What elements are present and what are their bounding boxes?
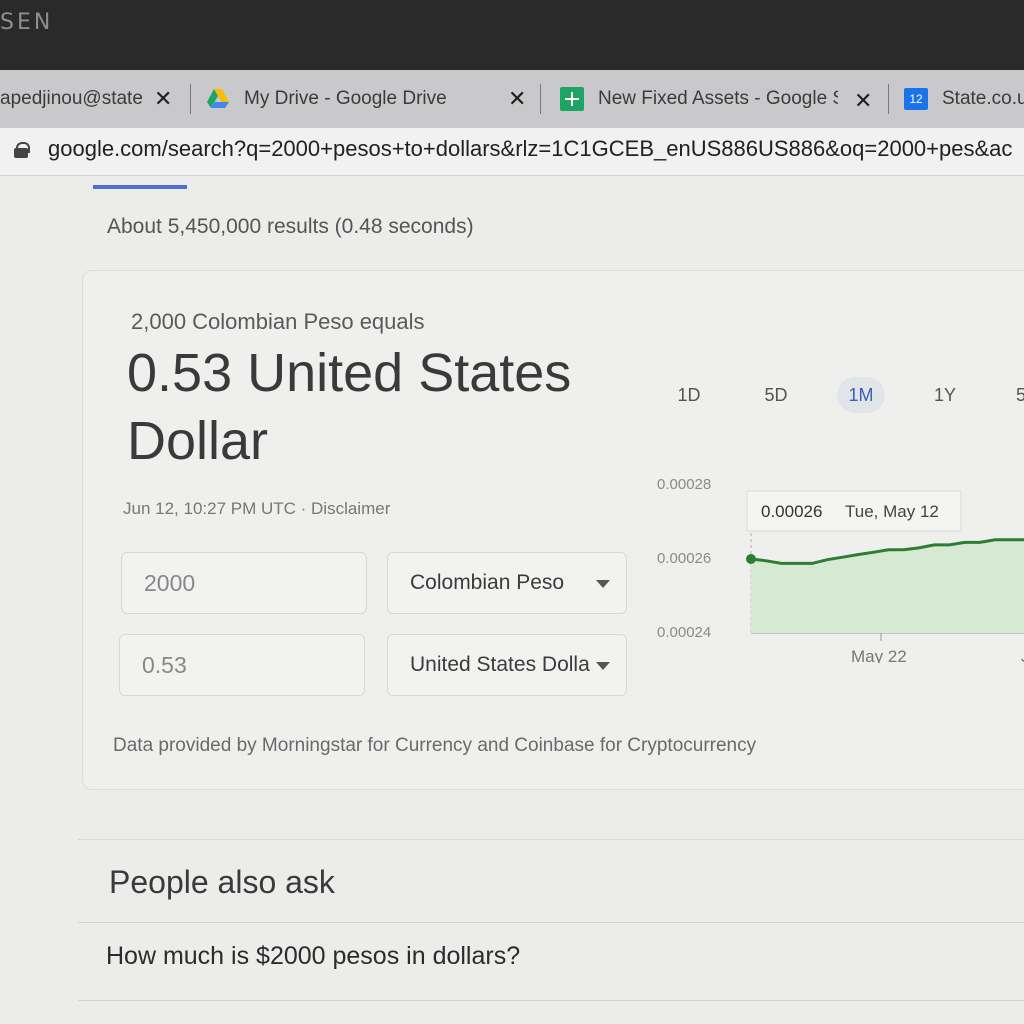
range-5d-button[interactable]: 5D [752,377,800,413]
from-currency-select[interactable]: Colombian Peso [387,552,627,614]
search-results-page: About 5,450,000 results (0.48 seconds) 2… [0,177,1024,1024]
to-currency-label: United States Dolla [410,653,590,676]
x-tick-label: May 22 [851,647,907,663]
address-bar[interactable]: google.com/search?q=2000+pesos+to+dollar… [0,128,1024,176]
tab-title: State.co.u [942,88,1024,109]
divider [78,922,1024,923]
people-also-ask-section: People also ask How much is $2000 pesos … [78,839,1024,1024]
from-currency-label: Colombian Peso [410,571,565,594]
data-provider-note: Data provided by Morningstar for Currenc… [113,735,757,756]
sheets-icon [560,87,584,111]
tab-google-sheets[interactable]: New Fixed Assets - Google S ✕ [560,76,880,122]
currency-converter-card: 2,000 Colombian Peso equals 0.53 United … [82,270,1024,790]
calendar-icon: 12 [904,88,928,110]
close-icon[interactable]: ✕ [154,86,172,112]
paa-question[interactable]: How much is $2000 pesos in dollars? [106,942,520,971]
results-stats: About 5,450,000 results (0.48 seconds) [107,215,474,238]
y-tick-label: 0.00028 [657,476,711,493]
close-icon[interactable]: ✕ [508,86,526,112]
url-text[interactable]: google.com/search?q=2000+pesos+to+dollar… [48,136,1012,162]
tab-title: apedjinou@state.c [0,88,142,109]
range-1m-button[interactable]: 1M [837,377,885,413]
conversion-timestamp: Jun 12, 10:27 PM UTC · Disclaimer [123,499,391,518]
lock-icon [14,142,30,158]
browser-tab-strip: apedjinou@state.c ✕ My Drive - Google Dr… [0,70,1024,128]
exchange-rate-chart[interactable]: 0.00028 0.00026 0.00024 May 22 Ju 0.0002… [643,443,1024,663]
to-amount-input[interactable]: 0.53 [119,634,365,696]
y-tick-label: 0.00026 [657,550,711,567]
tab-separator [540,84,541,114]
range-1d-button[interactable]: 1D [665,377,713,413]
range-5y-button[interactable]: 5 [1003,377,1024,413]
from-amount-input[interactable]: 2000 [121,552,367,614]
tab-title: My Drive - Google Drive [244,88,447,109]
chevron-down-icon [596,662,610,670]
active-search-tab-indicator [93,185,187,189]
chevron-down-icon [596,580,610,588]
y-tick-label: 0.00024 [657,624,711,641]
tab-google-drive[interactable]: My Drive - Google Drive ✕ [206,76,532,122]
tooltip-value: 0.00026 [761,502,822,521]
series-area [751,539,1024,633]
divider [78,1000,1024,1001]
monitor-brand: SEN [0,10,54,35]
tooltip-date: Tue, May 12 [845,502,939,521]
to-currency-select[interactable]: United States Dolla [387,634,627,696]
tab-separator [888,84,889,114]
monitor-bezel: SEN [0,0,1024,78]
tab-state-calendar[interactable]: 12 State.co.u [904,76,1024,122]
drive-icon [207,89,229,108]
data-point [746,554,756,564]
tab-separator [190,84,191,114]
conversion-equals-label: 2,000 Colombian Peso equals [131,309,425,334]
close-icon[interactable]: ✕ [854,88,872,114]
range-1y-button[interactable]: 1Y [921,377,969,413]
tab-mail[interactable]: apedjinou@state.c ✕ [0,76,180,122]
tab-title: New Fixed Assets - Google S [598,88,838,109]
conversion-result: 0.53 United States Dollar [127,343,572,471]
people-also-ask-title: People also ask [109,864,335,900]
